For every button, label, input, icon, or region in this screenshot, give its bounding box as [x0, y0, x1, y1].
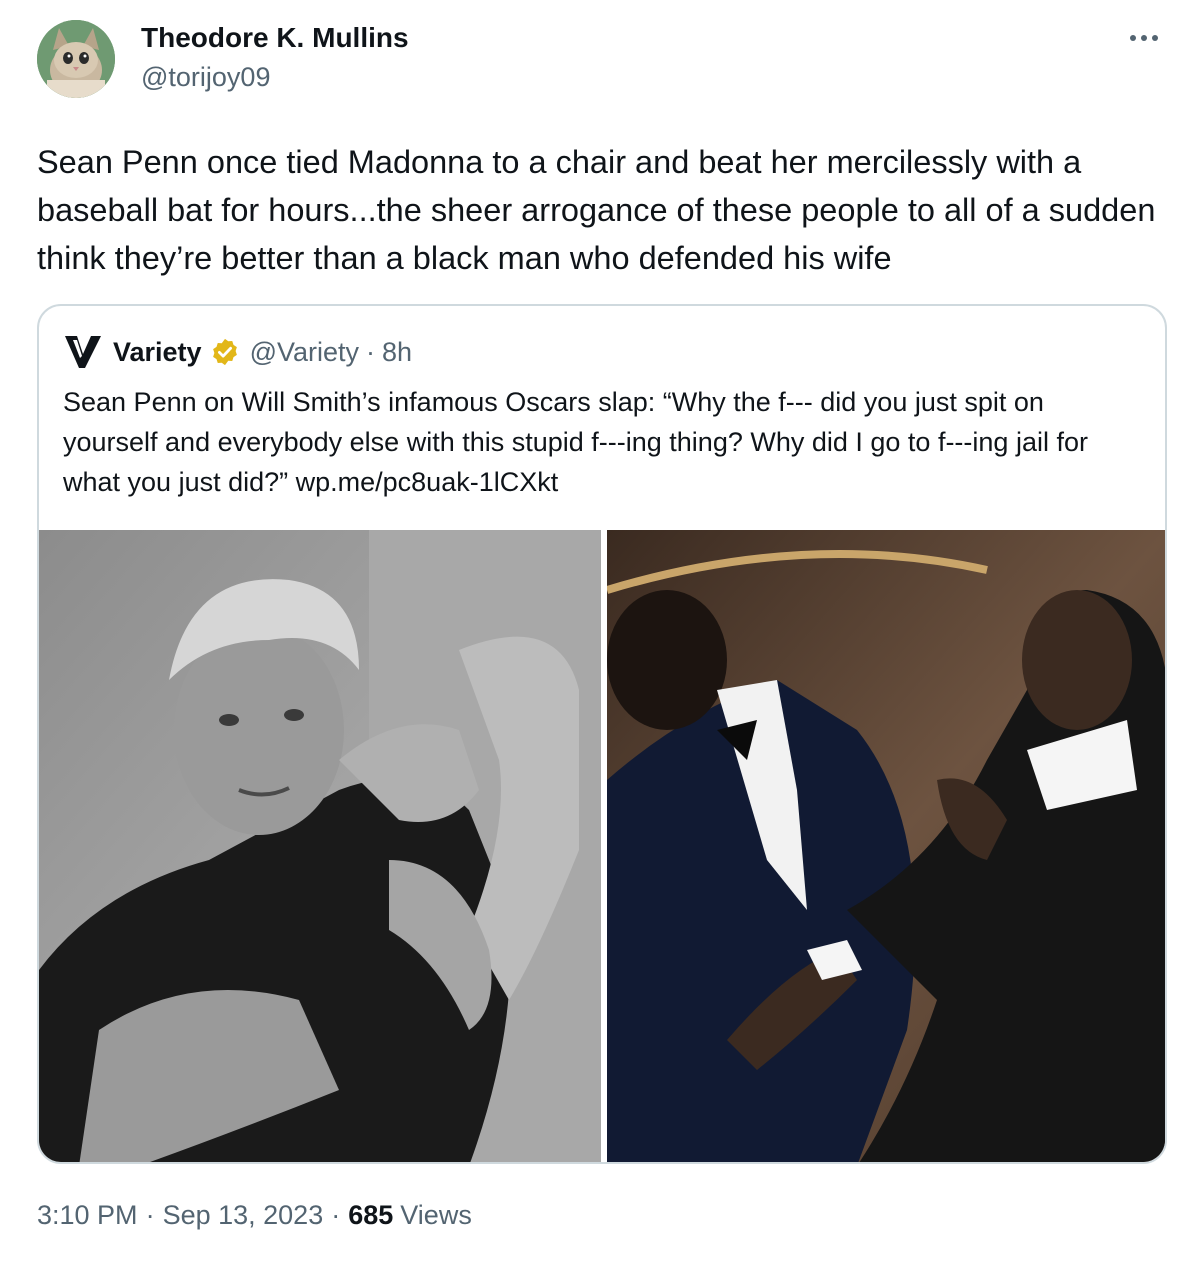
more-dot	[1130, 35, 1136, 41]
verified-badge-icon	[212, 338, 237, 366]
author-name[interactable]: Theodore K. Mullins	[141, 22, 409, 54]
views-label: Views	[400, 1200, 472, 1230]
quoted-tweet-header: Variety @Variety · 8h	[63, 334, 412, 370]
media-image-oscars-slap[interactable]	[607, 530, 1165, 1162]
tweet-card: Theodore K. Mullins @torijoy09 Sean Penn…	[0, 0, 1200, 1261]
quoted-author-handle[interactable]: @Variety	[250, 337, 359, 368]
quoted-author-name[interactable]: Variety	[113, 337, 202, 368]
quoted-tweet-text: Sean Penn on Will Smith’s infamous Oscar…	[63, 387, 1088, 497]
oscars-slap-photo	[607, 530, 1165, 1162]
post-date[interactable]: Sep 13, 2023	[163, 1200, 324, 1231]
sean-penn-photo	[39, 530, 601, 1162]
quoted-media	[39, 530, 1165, 1162]
variety-logo-icon[interactable]	[63, 334, 103, 370]
media-image-sean-penn[interactable]	[39, 530, 601, 1162]
author-handle[interactable]: @torijoy09	[141, 62, 270, 93]
post-time[interactable]: 3:10 PM	[37, 1200, 138, 1231]
tweet-text: Sean Penn once tied Madonna to a chair a…	[37, 144, 1156, 276]
more-dot	[1152, 35, 1158, 41]
tweet-footer: 3:10 PM · Sep 13, 2023 · 685 Views	[37, 1200, 472, 1231]
avatar[interactable]	[37, 20, 115, 98]
quoted-tweet[interactable]: Variety @Variety · 8h Sean Penn on Will …	[37, 304, 1167, 1164]
quoted-timestamp[interactable]: 8h	[382, 337, 412, 368]
separator-dot: ·	[366, 336, 376, 367]
more-options-icon[interactable]	[1130, 28, 1166, 48]
more-dot	[1141, 35, 1147, 41]
cat-avatar-icon	[37, 20, 115, 98]
views-count: 685	[348, 1200, 394, 1230]
separator-dot: ·	[331, 1200, 341, 1230]
separator-dot: ·	[145, 1200, 155, 1230]
